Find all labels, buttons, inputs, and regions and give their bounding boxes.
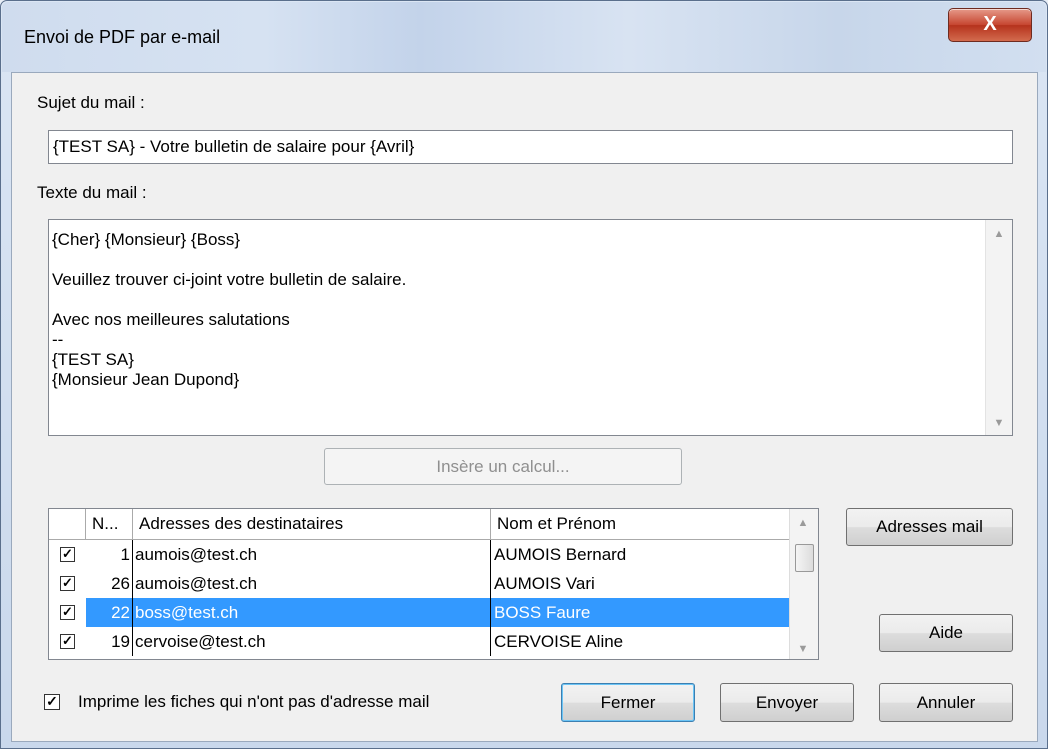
row-name: BOSS Faure <box>491 598 791 627</box>
title-bar[interactable]: Envoi de PDF par e-mail X <box>2 2 1046 72</box>
body-line <box>52 290 406 310</box>
scroll-down-icon[interactable]: ▼ <box>986 417 1012 429</box>
row-email: aumois@test.ch <box>133 569 491 598</box>
scroll-up-icon[interactable]: ▲ <box>986 228 1012 240</box>
row-check-cell: ✓ <box>49 569 86 598</box>
row-checkbox[interactable]: ✓ <box>60 547 75 562</box>
table-row[interactable]: ✓ 26 aumois@test.ch AUMOIS Vari <box>49 569 791 598</box>
help-button[interactable]: Aide <box>879 614 1013 652</box>
row-check-cell: ✓ <box>49 598 86 627</box>
body-line: {Cher} {Monsieur} {Boss} <box>52 230 241 249</box>
row-email: aumois@test.ch <box>133 540 491 569</box>
row-name: CERVOISE Aline <box>494 632 624 651</box>
header-number[interactable]: N... <box>86 509 133 539</box>
body-line: -- <box>52 330 64 349</box>
header-check-column[interactable] <box>49 509 86 539</box>
body-label: Texte du mail : <box>37 183 147 202</box>
subject-label: Sujet du mail : <box>37 93 145 112</box>
body-line: Avec nos meilleures salutations <box>52 310 290 329</box>
row-email: cervoise@test.ch <box>133 627 491 656</box>
scroll-up-icon[interactable]: ▲ <box>790 517 816 529</box>
close-button[interactable]: Fermer <box>561 683 695 722</box>
row-name: AUMOIS Bernard <box>494 545 627 564</box>
header-name[interactable]: Nom et Prénom <box>491 509 791 539</box>
scroll-down-icon[interactable]: ▼ <box>790 643 816 655</box>
addresses-button[interactable]: Adresses mail <box>846 508 1013 546</box>
row-number: 26 <box>86 569 133 598</box>
row-check-cell: ✓ <box>49 627 86 656</box>
table-row[interactable]: ✓ 19 cervoise@test.ch CERVOISE Aline <box>49 627 791 656</box>
header-email[interactable]: Adresses des destinataires <box>133 509 491 539</box>
body-line: Veuillez trouver ci-joint votre bulletin… <box>52 270 407 289</box>
row-check-cell: ✓ <box>49 540 86 569</box>
insert-calc-button[interactable]: Insère un calcul... <box>324 448 682 485</box>
table-header: N... Adresses des destinataires Nom et P… <box>49 509 791 540</box>
body-text: {Cher} {Monsieur} {Boss} Veuillez trouver… <box>52 230 406 390</box>
send-button[interactable]: Envoyer <box>720 683 854 722</box>
print-option-label: Imprime les fiches qui n'ont pas d'adres… <box>78 692 430 711</box>
row-checkbox[interactable]: ✓ <box>60 634 75 649</box>
row-checkbox[interactable]: ✓ <box>60 576 75 591</box>
table-scrollbar[interactable]: ▲ ▼ <box>789 509 818 659</box>
dialog-window: Envoi de PDF par e-mail X Sujet du mail … <box>0 0 1048 749</box>
print-option-checkbox[interactable]: ✓ <box>44 694 60 710</box>
body-line: {TEST SA} <box>52 350 134 369</box>
cancel-button[interactable]: Annuler <box>879 683 1013 722</box>
dialog-client-area: Sujet du mail : {TEST SA} - Votre bullet… <box>11 72 1038 742</box>
body-scrollbar[interactable]: ▲ ▼ <box>985 220 1012 435</box>
row-number: 22 <box>86 598 133 627</box>
window-title: Envoi de PDF par e-mail <box>24 27 221 47</box>
body-line: {Monsieur Jean Dupond} <box>52 370 240 389</box>
body-line <box>52 250 406 270</box>
scroll-thumb[interactable] <box>795 544 814 572</box>
subject-input[interactable]: {TEST SA} - Votre bulletin de salaire po… <box>48 130 1013 164</box>
table-row[interactable]: ✓ 22 boss@test.ch BOSS Faure <box>49 598 791 627</box>
close-window-button[interactable]: X <box>948 8 1032 42</box>
row-number: 1 <box>86 540 133 569</box>
subject-value: {TEST SA} - Votre bulletin de salaire po… <box>53 137 415 156</box>
table-row[interactable]: ✓ 1 aumois@test.ch AUMOIS Bernard <box>49 540 791 569</box>
row-email: boss@test.ch <box>133 598 491 627</box>
row-name: AUMOIS Vari <box>494 574 595 593</box>
row-number: 19 <box>86 627 133 656</box>
recipients-table[interactable]: N... Adresses des destinataires Nom et P… <box>48 508 819 660</box>
row-checkbox[interactable]: ✓ <box>60 605 75 620</box>
body-textarea[interactable]: {Cher} {Monsieur} {Boss} Veuillez trouver… <box>48 219 1013 436</box>
